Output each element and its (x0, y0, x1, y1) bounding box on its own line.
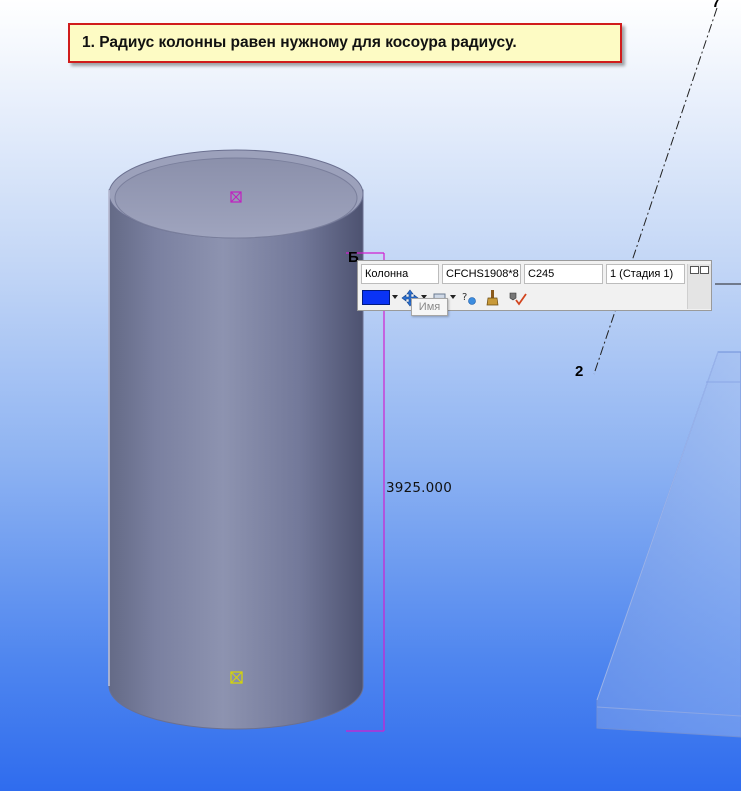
paint-brush-icon[interactable] (484, 289, 502, 307)
color-swatch-icon[interactable] (362, 290, 390, 305)
check-paint-icon[interactable] (508, 289, 528, 307)
material-field[interactable]: C245 (524, 264, 603, 284)
pin-icon[interactable] (700, 266, 709, 274)
svg-text:?: ? (462, 292, 467, 303)
toolbar-grip[interactable] (687, 264, 711, 309)
annotation-note: 1. Радиус колонны равен нужному для косо… (68, 23, 622, 63)
dimension-value: 3925.000 (386, 480, 453, 496)
profile-field[interactable]: CFCHS1908*8 (442, 264, 521, 284)
column-cylinder[interactable] (108, 149, 364, 730)
name-field[interactable]: Колонна (361, 264, 439, 284)
help-query-icon[interactable]: ? (460, 289, 478, 307)
grid-label-2: 2 (575, 363, 584, 380)
model-viewport[interactable] (0, 0, 741, 791)
select-dropdown-icon[interactable] (450, 295, 456, 299)
customize-icon[interactable] (690, 266, 699, 274)
name-tooltip: Имя (411, 298, 448, 316)
grid-label-7: 7 (712, 0, 721, 11)
color-dropdown-icon[interactable] (392, 295, 398, 299)
translucent-slab (596, 351, 741, 738)
phase-field[interactable]: 1 (Стадия 1) (606, 264, 685, 284)
